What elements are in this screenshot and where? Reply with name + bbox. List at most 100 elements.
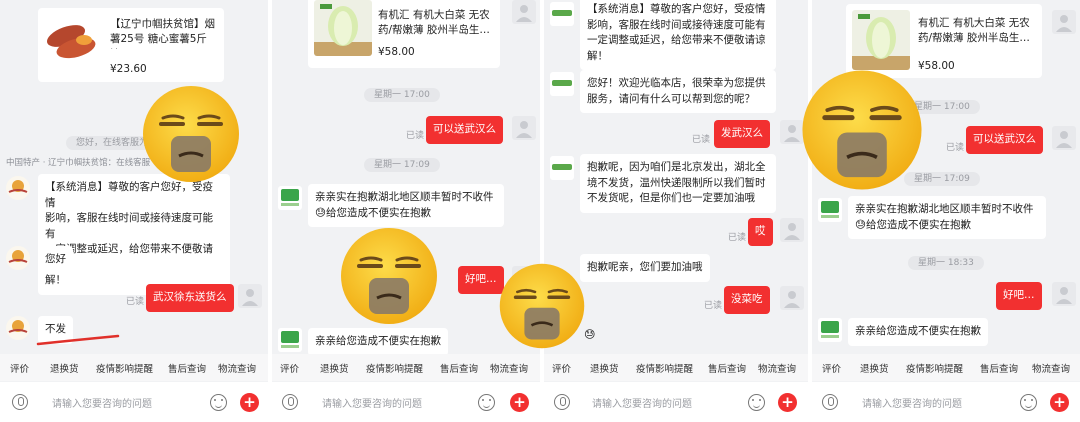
shop-avatar[interactable] xyxy=(6,316,30,340)
chat-panel-2: 有机汇 有机大白菜 无农 药/帮嫩薄 胶州半岛生… ¥58.00 星期一 17:… xyxy=(272,0,540,422)
product-card[interactable]: 【辽宁巾帼扶贫馆】烟薯25号 糖心蜜薯5斤 沙… ¥23.60 xyxy=(38,8,224,82)
read-status: 已读 xyxy=(126,297,145,307)
quick-tabs: 评价 退换货 疫情影响提醒 售后查询 物流查询 xyxy=(544,354,808,381)
emoji-icon[interactable] xyxy=(210,394,227,411)
product-card[interactable]: 有机汇 有机大白菜 无农 药/帮嫩薄 胶州半岛生… ¥58.00 xyxy=(846,4,1042,78)
message-input[interactable]: 请输入您要咨询的问题 xyxy=(862,395,962,410)
tab-return[interactable]: 退换货 xyxy=(860,361,889,375)
tab-epidemic[interactable]: 疫情影响提醒 xyxy=(366,361,423,375)
voice-icon[interactable] xyxy=(822,394,838,410)
product-card[interactable]: 有机汇 有机大白菜 无农 药/帮嫩薄 胶州半岛生… ¥58.00 xyxy=(308,0,500,68)
unamused-face-emoji xyxy=(143,86,239,182)
tab-aftersale[interactable]: 售后查询 xyxy=(980,361,1018,375)
shop-avatar[interactable] xyxy=(818,318,842,342)
system-line: 影响，客服在线时间或接待速度可能有 xyxy=(45,212,213,240)
tab-logistics[interactable]: 物流查询 xyxy=(218,361,256,375)
message-input[interactable]: 请输入您要咨询的问题 xyxy=(592,395,692,410)
time-stamp: 星期一 18:33 xyxy=(908,256,984,270)
message-input[interactable]: 请输入您要咨询的问题 xyxy=(52,395,152,410)
user-avatar[interactable] xyxy=(1052,126,1076,150)
chat-panel-3: 【系统消息】尊敬的客户您好，受疫情 影响，客服在线时间或接待速度可能有 一定调整… xyxy=(544,0,808,422)
buyer-message: 好吧… xyxy=(458,266,504,294)
input-bar: 请输入您要咨询的问题 + xyxy=(812,382,1080,422)
shop-avatar[interactable] xyxy=(550,72,574,96)
voice-icon[interactable] xyxy=(12,394,28,410)
shop-avatar[interactable] xyxy=(6,246,30,270)
read-status: 已读 xyxy=(704,301,723,311)
user-avatar[interactable] xyxy=(512,116,536,140)
buyer-message: 武汉徐东送货么 xyxy=(146,284,234,312)
shop-avatar[interactable] xyxy=(278,186,302,210)
quick-tabs: 评价 退换货 疫情影响提醒 售后查询 物流查询 xyxy=(0,354,268,381)
tab-aftersale[interactable]: 售后查询 xyxy=(708,361,746,375)
welcome-message: 您好！欢迎光临本店，很荣幸为您提供 服务，请问有什么可以帮到您的呢？ xyxy=(580,70,776,113)
cabbage-thumbnail xyxy=(852,10,910,70)
voice-icon[interactable] xyxy=(554,394,570,410)
tab-logistics[interactable]: 物流查询 xyxy=(490,361,528,375)
buyer-message: 没菜吃 xyxy=(724,286,770,314)
tab-epidemic[interactable]: 疫情影响提醒 xyxy=(96,361,153,375)
plus-icon[interactable]: + xyxy=(778,393,797,412)
seller-message: 亲亲实在抱歉湖北地区顺丰暂时不收件 😓给您造成不便实在抱歉 xyxy=(308,184,504,227)
cabbage-thumbnail xyxy=(314,0,372,56)
seller-message: 亲亲给您造成不便实在抱歉 xyxy=(848,318,988,346)
emoji-icon[interactable] xyxy=(1020,394,1037,411)
seller-message: 亲亲实在抱歉湖北地区顺丰暂时不收件 😓给您造成不便实在抱歉 xyxy=(848,196,1046,239)
welcome-line: 服务，请问有什么可以帮到您的呢？ xyxy=(587,92,755,105)
tab-review[interactable]: 评价 xyxy=(822,361,841,375)
shop-avatar[interactable] xyxy=(818,198,842,222)
seller-line: 亲亲实在抱歉湖北地区顺丰暂时不收件 xyxy=(855,203,1034,215)
tab-aftersale[interactable]: 售后查询 xyxy=(168,361,206,375)
buyer-message: 哎 xyxy=(748,218,773,246)
tab-return[interactable]: 退换货 xyxy=(590,361,619,375)
message-input[interactable]: 请输入您要咨询的问题 xyxy=(322,395,422,410)
system-message: 【系统消息】尊敬的客户您好，受疫情 影响，客服在线时间或接待速度可能有 一定调整… xyxy=(38,174,230,295)
input-bar: 请输入您要咨询的问题 + xyxy=(0,382,268,422)
read-status: 已读 xyxy=(946,143,965,153)
read-status: 已读 xyxy=(406,131,425,141)
tab-review[interactable]: 评价 xyxy=(280,361,299,375)
unamused-face-emoji xyxy=(802,70,922,190)
user-avatar[interactable] xyxy=(238,284,262,308)
system-line: 解！ xyxy=(587,49,608,62)
tab-aftersale[interactable]: 售后查询 xyxy=(440,361,478,375)
seller-message: 亲亲给您造成不便实在抱歉 xyxy=(308,328,448,356)
tab-return[interactable]: 退换货 xyxy=(320,361,349,375)
tab-review[interactable]: 评价 xyxy=(552,361,571,375)
tab-epidemic[interactable]: 疫情影响提醒 xyxy=(636,361,693,375)
user-avatar[interactable] xyxy=(1052,282,1076,306)
emoji-icon[interactable] xyxy=(478,394,495,411)
seller-line: 😓给您造成不便实在抱歉 xyxy=(855,218,971,231)
tab-logistics[interactable]: 物流查询 xyxy=(758,361,796,375)
shop-avatar[interactable] xyxy=(550,2,574,26)
user-avatar[interactable] xyxy=(512,0,536,24)
time-stamp: 星期一 17:09 xyxy=(364,158,440,172)
product-title-line: 药/帮嫩薄 胶州半岛生… xyxy=(918,32,1030,44)
chat-panel-4: 有机汇 有机大白菜 无农 药/帮嫩薄 胶州半岛生… ¥58.00 星期一 17:… xyxy=(812,0,1080,422)
input-bar: 请输入您要咨询的问题 + xyxy=(272,382,540,422)
product-title-line: 药/帮嫩薄 胶州半岛生… xyxy=(378,24,490,36)
tab-review[interactable]: 评价 xyxy=(10,361,29,375)
quick-tabs: 评价 退换货 疫情影响提醒 售后查询 物流查询 xyxy=(812,354,1080,381)
tab-epidemic[interactable]: 疫情影响提醒 xyxy=(906,361,963,375)
emoji-icon[interactable] xyxy=(748,394,765,411)
buyer-message: 可以送武汉么 xyxy=(966,126,1043,154)
product-title-line: 有机汇 有机大白菜 无农 xyxy=(378,9,490,21)
seller-line: 亲亲实在抱歉湖北地区顺丰暂时不收件 xyxy=(315,191,494,203)
plus-icon[interactable]: + xyxy=(510,393,529,412)
tab-return[interactable]: 退换货 xyxy=(50,361,79,375)
seller-line: 不发货呢，但是你们也一定要加油哦 xyxy=(587,192,755,204)
system-line: 【系统消息】尊敬的客户您好，受疫情 xyxy=(587,3,766,15)
plus-icon[interactable]: + xyxy=(1050,393,1069,412)
user-avatar[interactable] xyxy=(780,286,804,310)
user-avatar[interactable] xyxy=(780,218,804,242)
plus-icon[interactable]: + xyxy=(240,393,259,412)
voice-icon[interactable] xyxy=(282,394,298,410)
sweet-potato-thumbnail xyxy=(44,16,100,68)
shop-avatar[interactable] xyxy=(278,328,302,352)
shop-avatar[interactable] xyxy=(6,176,30,200)
shop-avatar[interactable] xyxy=(550,156,574,180)
seller-message: 抱歉呢亲，您们要加油哦 xyxy=(580,254,710,282)
tab-logistics[interactable]: 物流查询 xyxy=(1032,361,1070,375)
user-avatar[interactable] xyxy=(1052,10,1076,34)
